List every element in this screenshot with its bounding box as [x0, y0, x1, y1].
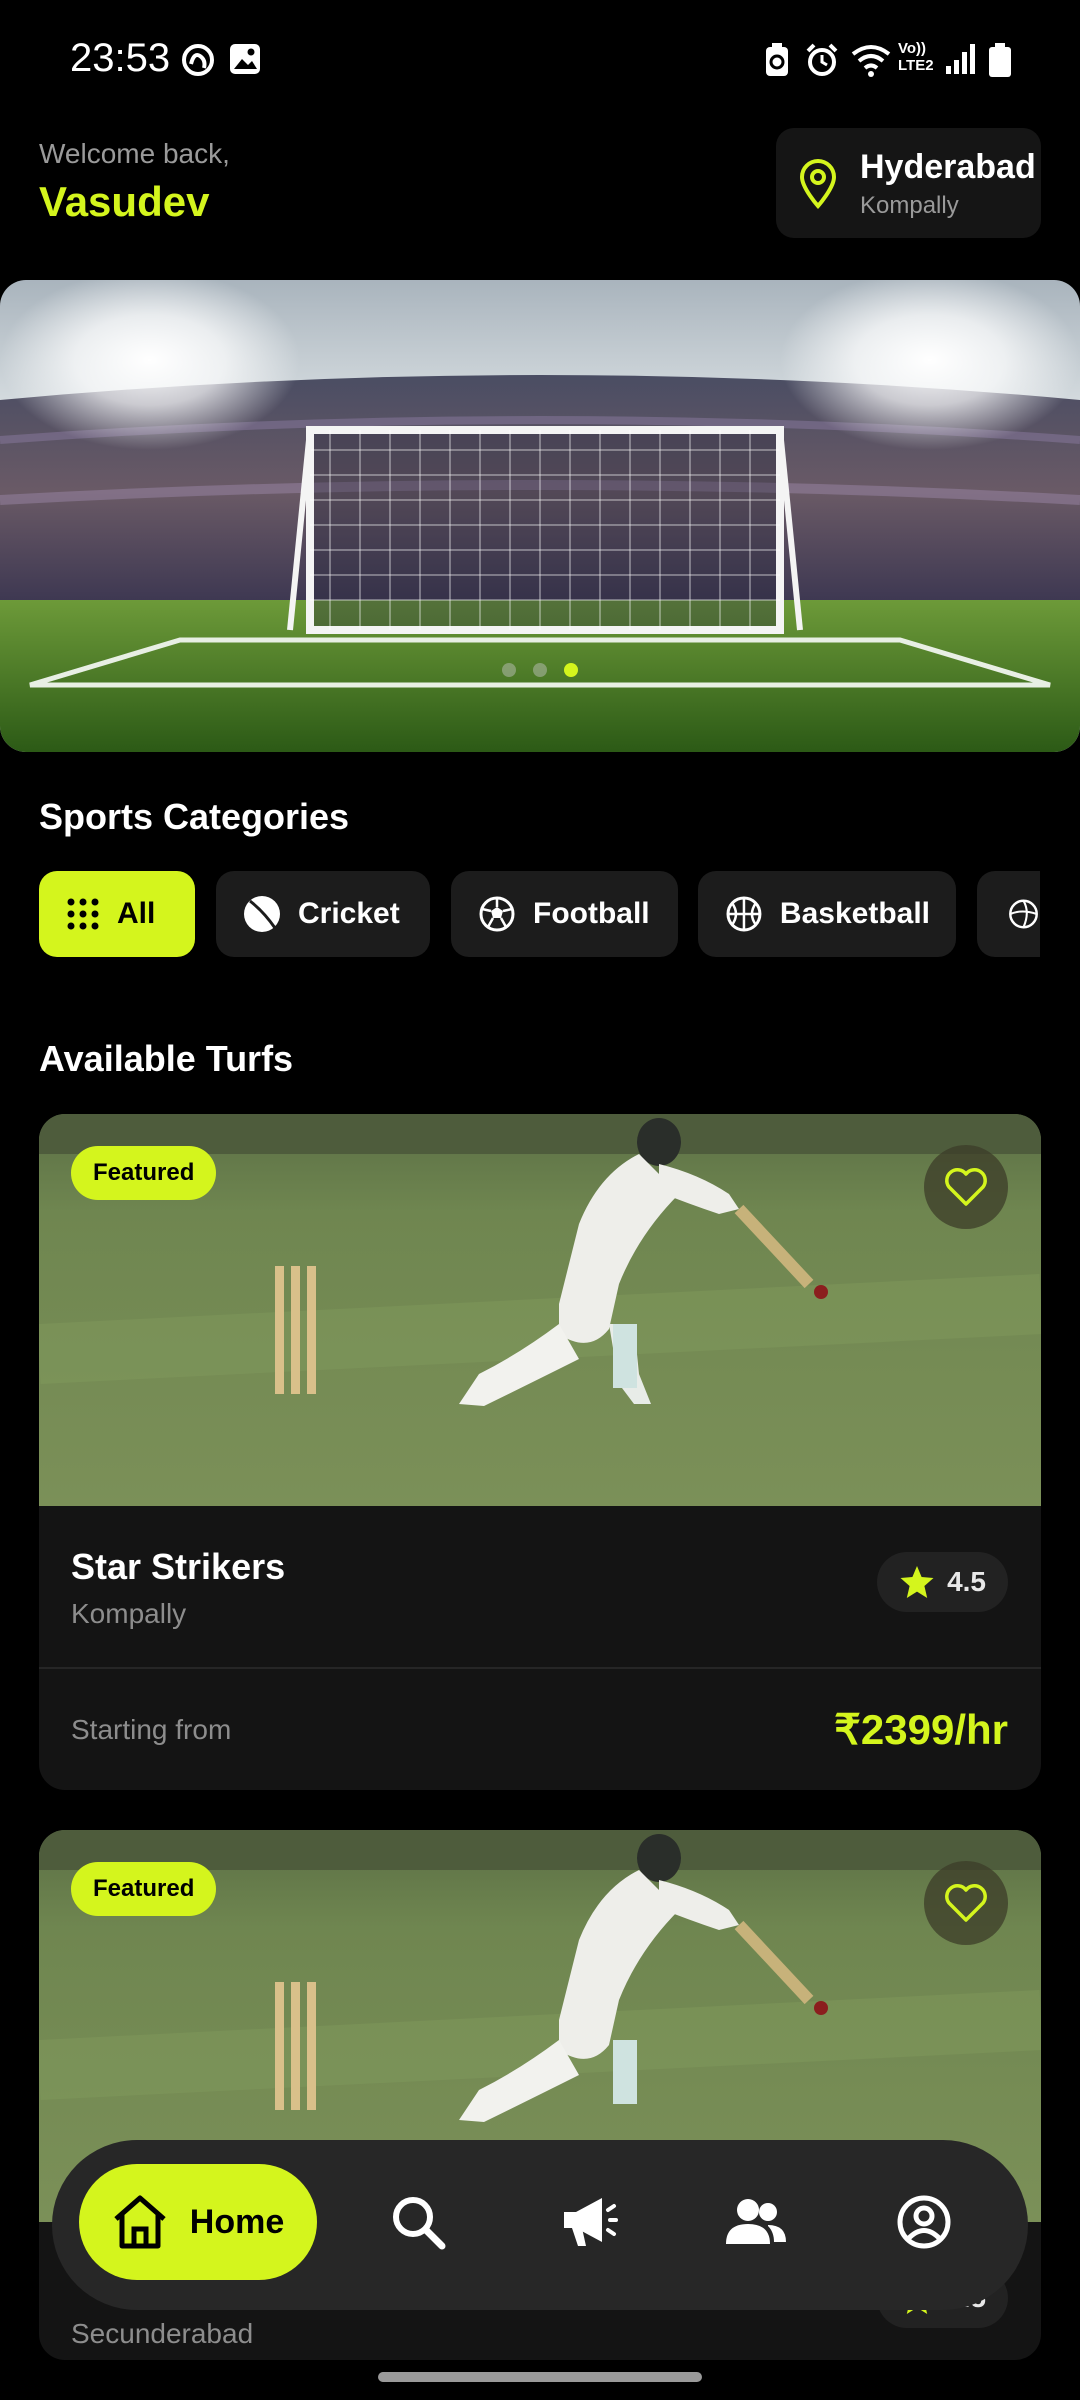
category-label: Football — [533, 897, 650, 930]
bottom-nav: Home — [52, 2140, 1028, 2310]
battery-saver-icon — [766, 43, 788, 76]
carousel-dot-active[interactable] — [564, 663, 578, 677]
category-chip-football[interactable]: Football — [451, 871, 678, 957]
category-label: Cricket — [298, 897, 400, 930]
gallery-icon — [230, 44, 260, 74]
volleyball-icon — [1009, 899, 1038, 929]
signal-icon — [946, 44, 975, 74]
welcome-text: Welcome back, — [39, 138, 230, 169]
category-chip-volleyball[interactable] — [977, 871, 1040, 957]
alarm-icon — [806, 43, 838, 76]
heart-icon — [945, 1168, 987, 1206]
location-area: Kompally — [860, 192, 959, 219]
starting-from-label: Starting from — [71, 1714, 232, 1745]
favorite-button[interactable] — [924, 1861, 1008, 1945]
profile-icon — [897, 2195, 951, 2249]
basketball-icon — [726, 896, 762, 932]
hero-banner[interactable] — [0, 280, 1080, 752]
category-label: Basketball — [779, 897, 930, 930]
search-icon — [393, 2197, 446, 2250]
home-icon — [114, 2195, 166, 2249]
turf-card[interactable]: Featured Star Strikers Kompally 4.5 Star… — [39, 1114, 1041, 1790]
location-selector[interactable]: Hyderabad Kompally — [776, 128, 1041, 238]
nav-home-button[interactable]: Home — [79, 2164, 317, 2280]
nav-search-button[interactable] — [376, 2180, 460, 2264]
nav-announcements-button[interactable] — [546, 2180, 630, 2264]
rating-value: 4.5 — [947, 1566, 986, 1597]
turfs-title: Available Turfs — [39, 1038, 294, 1079]
category-chip-all[interactable]: All — [39, 871, 195, 957]
cricket-ball-icon — [244, 896, 280, 932]
category-label: All — [117, 897, 156, 930]
nav-home-label: Home — [189, 2202, 285, 2241]
battery-icon — [989, 43, 1011, 77]
status-bar: 23:53 Vo)) LTE2 — [0, 0, 1080, 120]
stadium-goal-image — [0, 280, 1080, 752]
featured-badge: Featured — [71, 1862, 217, 1916]
megaphone-icon — [564, 2198, 618, 2246]
username: Vasudev — [39, 178, 210, 225]
location-pin-icon — [799, 159, 837, 210]
nav-profile-button[interactable] — [882, 2180, 966, 2264]
carousel-dot[interactable] — [533, 663, 547, 677]
heart-icon — [945, 1884, 987, 1922]
wifi-icon — [851, 45, 891, 77]
featured-badge: Featured — [71, 1146, 217, 1200]
location-city: Hyderabad — [860, 148, 1036, 186]
rating-badge: 4.5 — [877, 1552, 1008, 1612]
favorite-button[interactable] — [924, 1145, 1008, 1229]
category-chip-cricket[interactable]: Cricket — [216, 871, 430, 957]
star-icon — [900, 1566, 934, 1598]
category-chip-basketball[interactable]: Basketball — [698, 871, 956, 957]
nav-community-button[interactable] — [714, 2180, 798, 2264]
network-label: Vo)) LTE2 — [898, 40, 934, 74]
gesture-home-indicator[interactable] — [378, 2372, 702, 2382]
turf-location: Kompally — [71, 1598, 187, 1629]
football-icon — [479, 896, 515, 932]
carousel-dot[interactable] — [502, 663, 516, 677]
categories-title: Sports Categories — [39, 796, 350, 837]
sync-icon — [182, 44, 214, 76]
turf-location: Secunderabad — [71, 2318, 254, 2349]
status-time: 23:53 — [70, 36, 171, 80]
turf-price: ₹2399/hr — [834, 1706, 1008, 1753]
turf-name: Star Strikers — [71, 1546, 286, 1587]
card-divider — [39, 1667, 1041, 1669]
grid-icon — [67, 898, 99, 930]
people-icon — [726, 2199, 786, 2244]
